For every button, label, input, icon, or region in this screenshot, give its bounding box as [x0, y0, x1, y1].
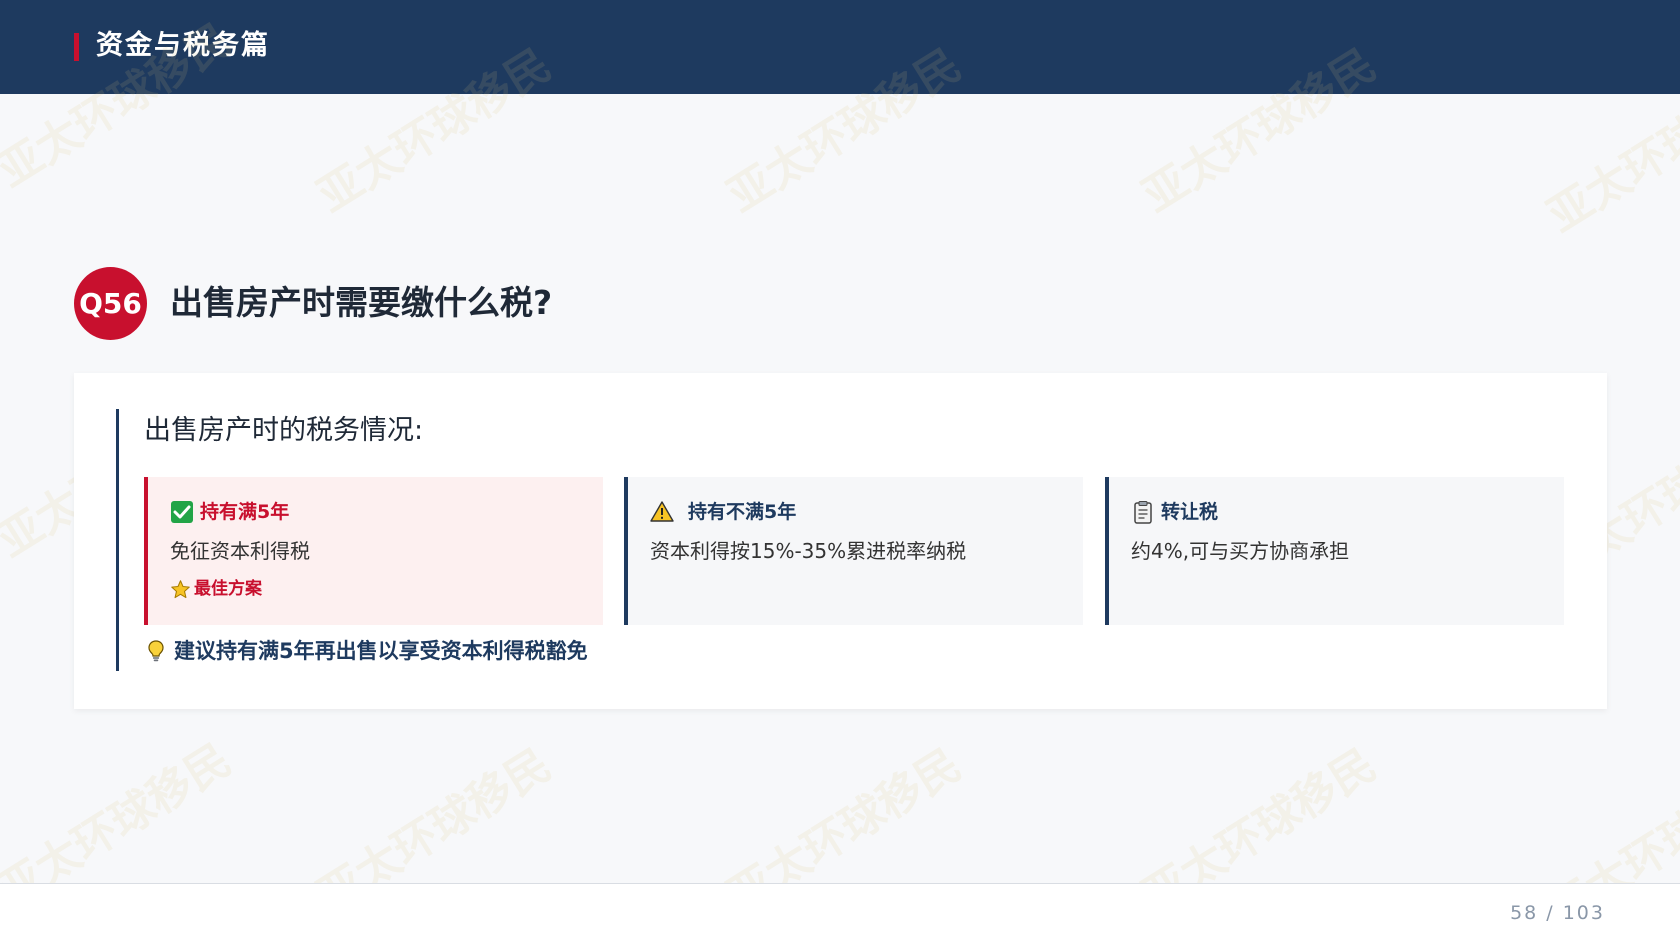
tax-case-description: 约4%,可与买方协商承担	[1131, 539, 1350, 563]
tax-case-box-transfer-tax: 转让税 约4%,可与买方协商承担	[1105, 477, 1564, 625]
card-subtitle: 出售房产时的税务情况:	[144, 415, 424, 446]
best-option-label: 最佳方案	[194, 579, 262, 599]
tax-case-heading: 持有满5年	[170, 499, 289, 525]
tax-case-box-held-5-years: 持有满5年 免征资本利得税 最佳方案	[144, 477, 603, 625]
tax-case-description: 免征资本利得税	[170, 539, 310, 563]
header-accent-bar	[74, 33, 79, 61]
lightbulb-icon	[148, 640, 164, 662]
header-bar: 资金与税务篇	[0, 0, 1680, 94]
question-title: 出售房产时需要缴什么税?	[170, 283, 553, 322]
star-icon	[171, 579, 190, 598]
card-accent-line	[116, 409, 119, 671]
check-icon	[171, 501, 193, 523]
page-number: 58 / 103	[1510, 902, 1605, 924]
best-option-tag: 最佳方案	[170, 577, 262, 601]
clipboard-icon	[1134, 501, 1152, 524]
tax-case-heading: 持有不满5年	[650, 499, 796, 525]
footer-bar: 58 / 103	[0, 884, 1680, 945]
question-number-badge: Q56	[74, 267, 147, 340]
tax-case-box-under-5-years: 持有不满5年 资本利得按15%-35%累进税率纳税	[624, 477, 1083, 625]
answer-card: 出售房产时的税务情况: 持有满5年 免征资本利得税 最佳方案 持有不满5年 资本…	[74, 373, 1607, 709]
tip-line: 建议持有满5年再出售以享受资本利得税豁免	[144, 637, 588, 665]
tax-case-description: 资本利得按15%-35%累进税率纳税	[650, 539, 967, 563]
tip-text: 建议持有满5年再出售以享受资本利得税豁免	[174, 639, 588, 663]
warning-icon	[650, 501, 674, 522]
tax-case-heading: 转让税	[1131, 499, 1218, 525]
tax-case-title: 持有满5年	[200, 501, 290, 523]
tax-case-title: 持有不满5年	[688, 501, 797, 523]
section-title: 资金与税务篇	[96, 30, 270, 61]
tax-case-title: 转让税	[1161, 501, 1219, 523]
